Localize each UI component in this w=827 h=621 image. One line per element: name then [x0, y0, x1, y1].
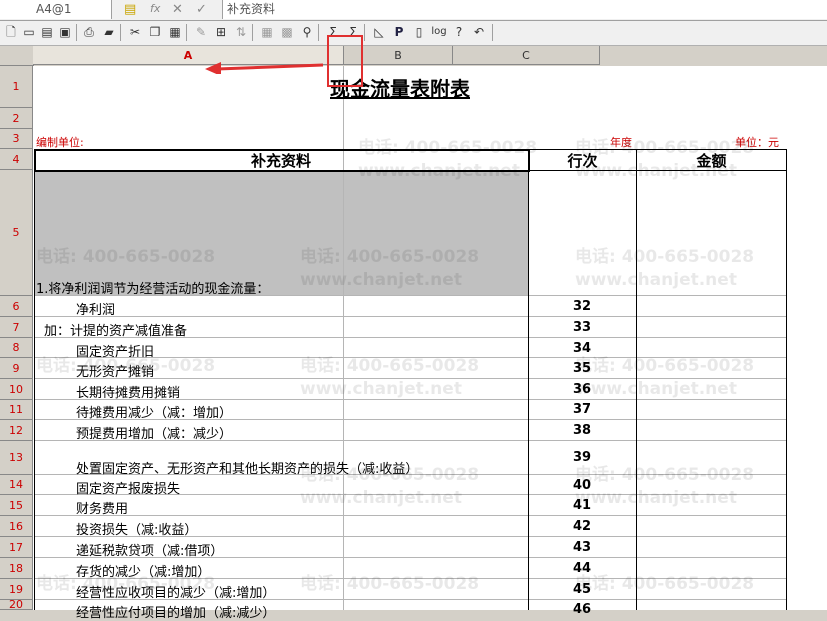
row-label: 待摊费用减少（减：增加）	[76, 406, 233, 421]
merged-cell-a5[interactable]	[34, 170, 528, 295]
row-header[interactable]: 15	[0, 495, 33, 516]
year-label: 年度	[610, 136, 632, 149]
row-label: 固定资产折旧	[76, 345, 155, 360]
row-header[interactable]: 7	[0, 317, 33, 338]
header-line-number: 行次	[567, 152, 598, 170]
row-label: 存货的减少（减:增加）	[76, 565, 211, 580]
row-label: 无形资产摊销	[76, 365, 155, 380]
undo-icon[interactable]: ↶	[470, 23, 488, 41]
formula-bar: A4@1 ▤ fx ✕ ✓ 补充资料	[0, 0, 827, 21]
formula-input[interactable]: 补充资料	[222, 0, 827, 19]
row-label: 加：计提的资产减值准备	[44, 324, 188, 339]
row-line-number: 44	[572, 561, 592, 576]
row-header[interactable]: 6	[0, 296, 33, 317]
row-header[interactable]: 9	[0, 358, 33, 379]
annotation-highlight-box	[327, 35, 363, 87]
header-supplementary-info: 补充资料	[250, 152, 311, 170]
confirm-edit-icon[interactable]: ✓	[196, 2, 207, 17]
open-file-icon[interactable]: ▭	[20, 23, 38, 41]
p-icon[interactable]: P	[390, 23, 408, 41]
new-file-icon[interactable]: 🗋	[2, 23, 20, 41]
row-header[interactable]: 1	[0, 66, 33, 108]
row-label: 净利润	[76, 303, 116, 318]
row-line-number: 39	[572, 450, 592, 465]
row-label: 处置固定资产、无形资产和其他长期资产的损失（减:收益）	[76, 462, 419, 477]
function-wizard-icon[interactable]: ▤	[124, 2, 136, 17]
format-painter-icon[interactable]: ✎	[192, 23, 210, 41]
row-header[interactable]: 12	[0, 420, 33, 441]
gridline	[34, 515, 787, 516]
chart-icon[interactable]: ◺	[370, 23, 388, 41]
insert-icon[interactable]: ⊞	[212, 23, 230, 41]
table-border	[786, 149, 787, 610]
row-header[interactable]: 5	[0, 170, 33, 296]
save-icon[interactable]: ▣	[56, 23, 74, 41]
row-label: 预提费用增加（减：减少）	[76, 427, 233, 442]
row-header[interactable]: 11	[0, 400, 33, 420]
row-line-number: 45	[572, 582, 592, 597]
log-icon[interactable]: log	[430, 23, 448, 41]
table-border	[34, 149, 35, 610]
row-label: 财务费用	[76, 502, 129, 517]
cut-icon[interactable]: ✂	[126, 23, 144, 41]
print-preview-icon[interactable]: ⎙	[80, 23, 98, 41]
row-line-number: 42	[572, 519, 592, 534]
row-header[interactable]: 18	[0, 558, 33, 579]
row-header[interactable]: 2	[0, 108, 33, 129]
find-icon[interactable]: ⚲	[298, 23, 316, 41]
column-header-c[interactable]: C	[453, 46, 600, 65]
row-line-number: 37	[572, 402, 592, 417]
gridline	[343, 66, 344, 610]
row-label: 经营性应付项目的增加（减:减少）	[76, 606, 276, 621]
row-line-number: 41	[572, 498, 592, 513]
annotation-arrow-icon	[205, 62, 324, 74]
row-line-number: 43	[572, 540, 592, 555]
row-line-number: 36	[572, 382, 592, 397]
row-label: 固定资产报废损失	[76, 482, 181, 497]
gridline	[34, 316, 787, 317]
row-header[interactable]: 20	[0, 598, 33, 611]
row-header[interactable]: 14	[0, 475, 33, 495]
select-all-corner[interactable]	[0, 46, 34, 66]
sort-icon[interactable]: ⇅	[232, 23, 250, 41]
row-header[interactable]: 10	[0, 379, 33, 400]
row-line-number: 33	[572, 320, 592, 335]
row-line-number: 34	[572, 341, 592, 356]
print-icon[interactable]: ▰	[100, 23, 118, 41]
template-icon[interactable]: ▤	[38, 23, 56, 41]
row-label: 投资损失（减:收益）	[76, 523, 198, 538]
row-line-number: 35	[572, 361, 592, 376]
row-label: 经营性应收项目的减少（减:增加）	[76, 586, 276, 601]
table-border	[528, 149, 529, 610]
doc-icon[interactable]: ▯	[410, 23, 428, 41]
header-amount: 金额	[696, 152, 727, 170]
unit-label: 单位：元	[735, 136, 779, 149]
row-label: 长期待摊费用摊销	[76, 386, 181, 401]
table-border	[636, 149, 637, 610]
row-header[interactable]: 8	[0, 338, 33, 358]
cancel-edit-icon[interactable]: ✕	[172, 2, 183, 17]
row-header[interactable]: 3	[0, 129, 33, 149]
row-header[interactable]: 4	[0, 149, 33, 170]
toolbar: 🗋 ▭ ▤ ▣ ⎙ ▰ ✂ ❐ ▦ ✎ ⊞ ⇅ ▦ ▩ ⚲ Σ Σ ◺ P ▯ …	[0, 21, 827, 46]
grid-icon[interactable]: ▦	[258, 23, 276, 41]
row-header[interactable]: 19	[0, 579, 33, 600]
row-header[interactable]: 13	[0, 441, 33, 475]
paste-icon[interactable]: ▦	[166, 23, 184, 41]
row-line-number: 38	[572, 423, 592, 438]
org-label: 编制单位:	[36, 136, 84, 149]
row-label: 递延税款贷项（减:借项）	[76, 544, 224, 559]
row-header[interactable]: 16	[0, 516, 33, 537]
row-header[interactable]: 17	[0, 537, 33, 558]
row-line-number: 40	[572, 478, 592, 493]
section-heading: 1.将净利润调节为经营活动的现金流量：	[36, 282, 270, 297]
copy-icon[interactable]: ❐	[146, 23, 164, 41]
grid-dots-icon[interactable]: ▩	[278, 23, 296, 41]
row-line-number: 32	[572, 299, 592, 314]
fx-icon[interactable]: fx	[150, 2, 160, 15]
help-pointer-icon[interactable]: ?	[450, 23, 468, 41]
cell-reference-box[interactable]: A4@1	[0, 0, 112, 19]
